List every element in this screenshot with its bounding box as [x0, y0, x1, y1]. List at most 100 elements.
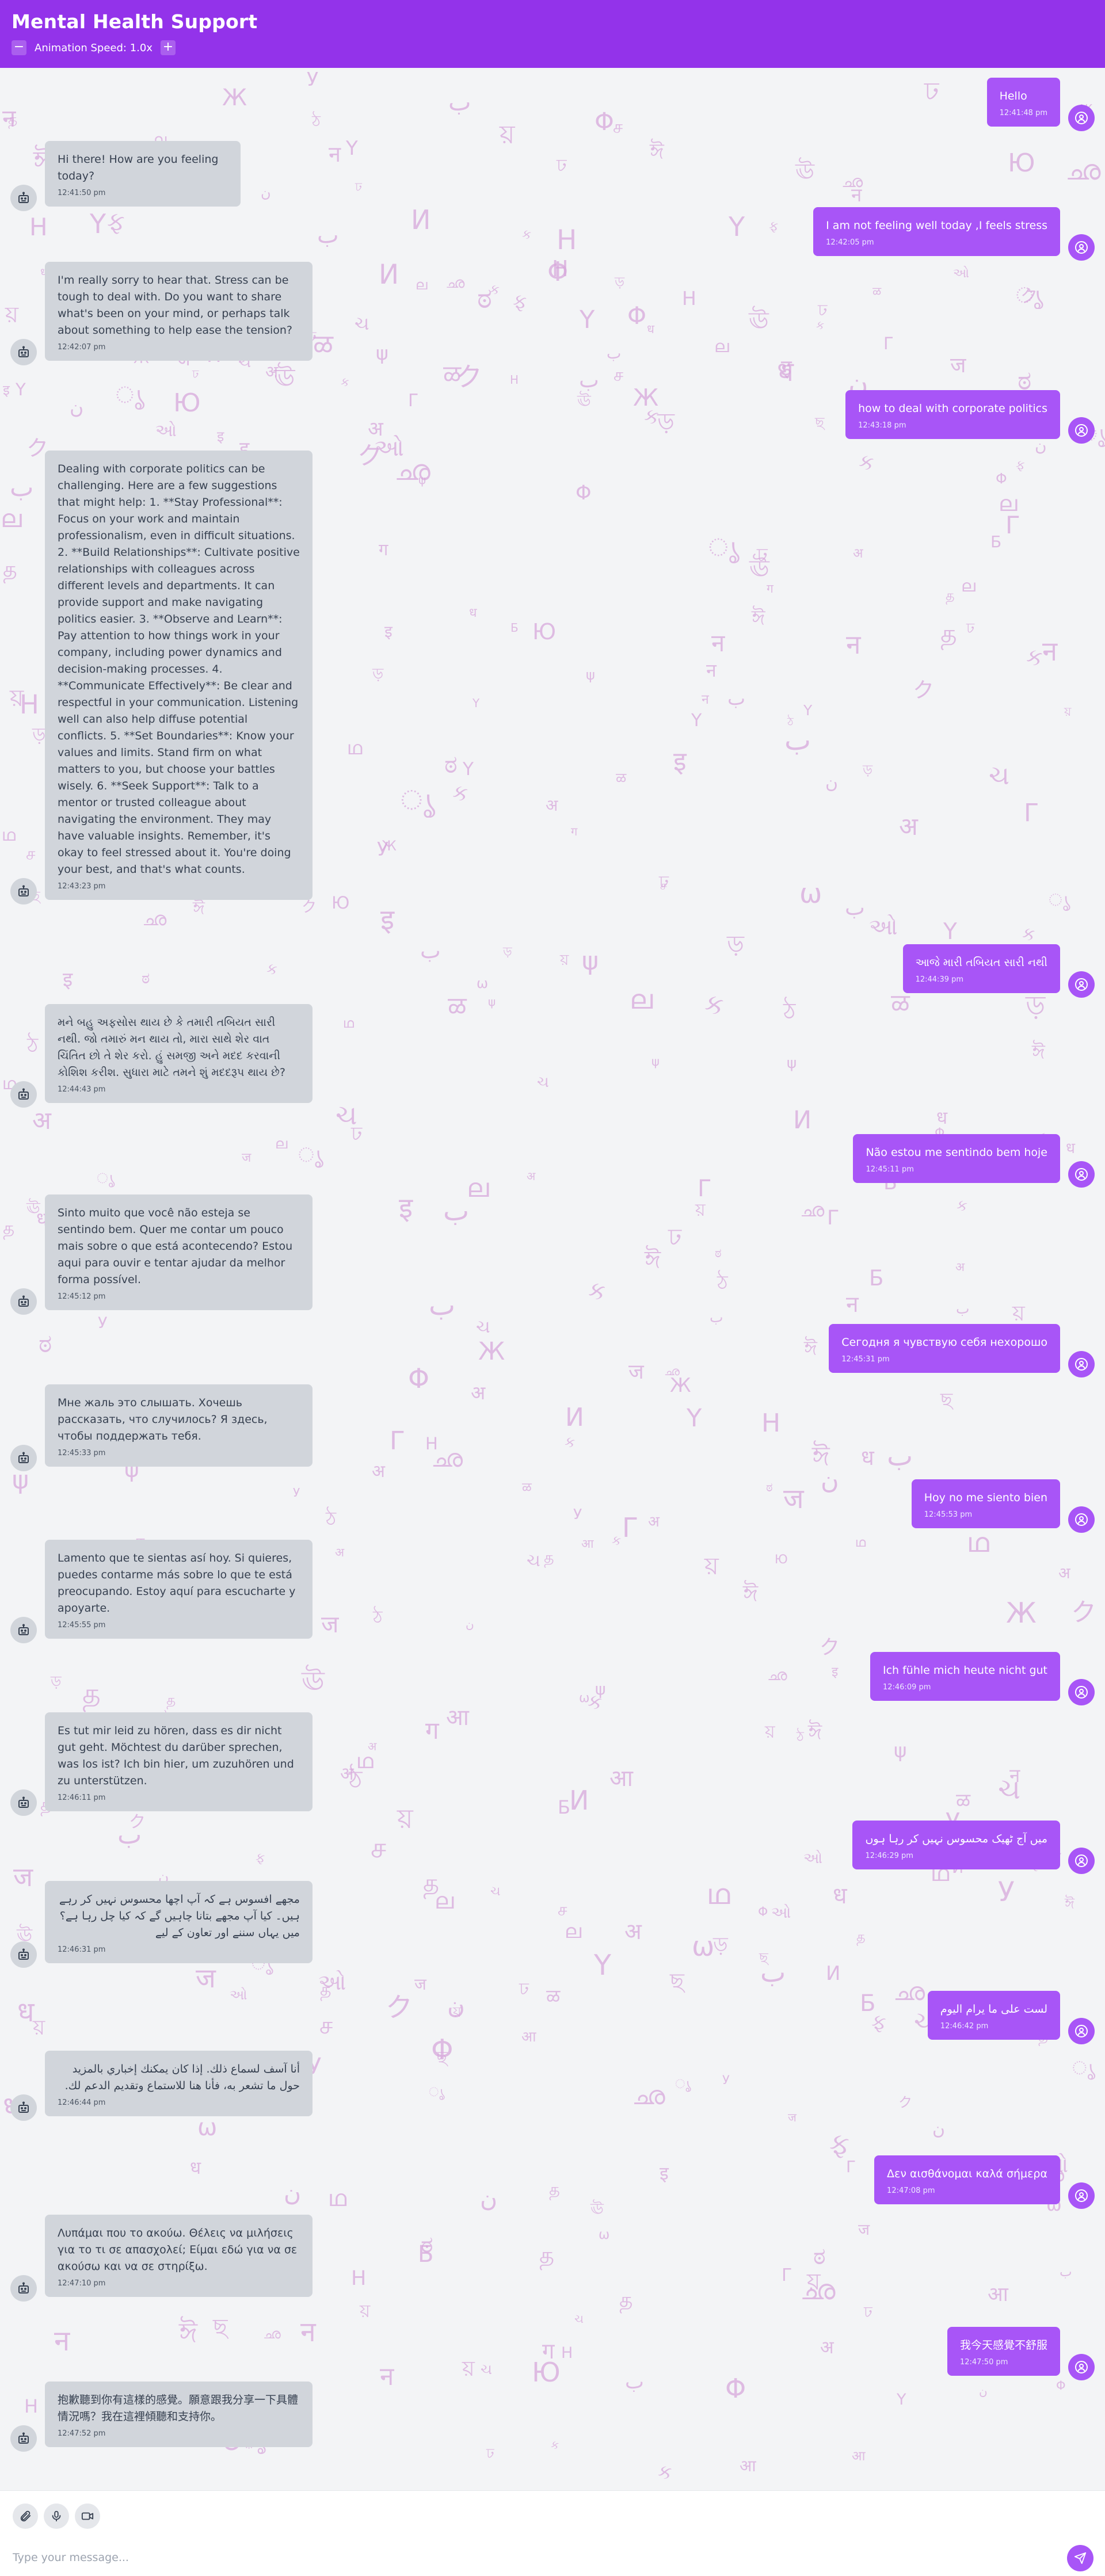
message-bubble: Ich fühle mich heute nicht gut 12:46:09 p…: [870, 1652, 1060, 1701]
bot-avatar: [10, 1288, 37, 1315]
user-avatar: [1068, 2354, 1095, 2380]
user-message: Hello 12:41:48 pm: [986, 78, 1095, 131]
message-timestamp: 12:45:55 pm: [58, 1621, 106, 1629]
bot-message: Hi there! How are you feeling today? 12:4…: [10, 141, 241, 211]
message-composer: [0, 2490, 1105, 2576]
bot-message: Lamento que te sientas así hoy. Si quier…: [10, 1540, 313, 1643]
message-bubble: Lamento que te sientas así hoy. Si quier…: [45, 1540, 313, 1639]
video-button[interactable]: [75, 2504, 100, 2529]
message-text: Não estou me sentindo bem hoje: [866, 1146, 1047, 1159]
bot-avatar: [10, 1617, 37, 1643]
message-text: أنا آسف لسماع ذلك. إذا كان يمكنك إخباري …: [64, 2063, 300, 2092]
voice-button[interactable]: [44, 2504, 69, 2529]
message-bubble: Hi there! How are you feeling today? 12:4…: [45, 141, 241, 207]
robot-icon: [18, 1948, 29, 1960]
message-timestamp: 12:42:07 pm: [58, 343, 106, 352]
message-timestamp: 12:46:09 pm: [882, 1683, 931, 1692]
message-timestamp: 12:41:48 pm: [999, 109, 1047, 117]
message-text: I'm really sorry to hear that. Stress ca…: [58, 274, 293, 337]
message-text: Dealing with corporate politics can be c…: [58, 463, 300, 876]
message-bubble: I am not feeling well today ,I feels str…: [813, 207, 1060, 256]
message-timestamp: 12:46:44 pm: [58, 2098, 106, 2107]
user-avatar: [1068, 234, 1095, 261]
message-bubble: how to deal with corporate politics 12:43…: [845, 390, 1060, 439]
message-input[interactable]: [13, 2545, 1060, 2570]
user-icon: [1075, 1686, 1088, 1699]
user-avatar: [1068, 1351, 1095, 1377]
message-text: I am not feeling well today ,I feels str…: [826, 219, 1047, 232]
message-bubble: أنا آسف لسماع ذلك. إذا كان يمكنك إخباري …: [45, 2051, 313, 2116]
user-avatar: [1068, 2018, 1095, 2044]
robot-icon: [18, 192, 29, 203]
attach-button[interactable]: [13, 2504, 38, 2529]
user-icon: [1075, 2025, 1088, 2037]
user-icon: [1075, 1513, 1088, 1526]
bot-message: Dealing with corporate politics can be c…: [10, 451, 313, 905]
message-text: Hi there! How are you feeling today?: [58, 153, 219, 182]
message-timestamp: 12:45:12 pm: [58, 1292, 106, 1301]
message-bubble: Es tut mir leid zu hören, dass es dir ni…: [45, 1712, 313, 1811]
bot-message: 抱歉聽到你有這樣的感覺。願意跟我分享一下具體情況嗎？我在這裡傾聽和支持你。 12:…: [10, 2382, 313, 2452]
bot-message: أنا آسف لسماع ذلك. إذا كان يمكنك إخباري …: [10, 2051, 313, 2121]
message-timestamp: 12:46:42 pm: [940, 2022, 989, 2031]
message-text: Δεν αισθάνομαι καλά σήμερα: [887, 2167, 1047, 2180]
user-message: Hoy no me siento bien 12:45:53 pm: [911, 1479, 1095, 1533]
message-bubble: Sinto muito que você não esteja se senti…: [45, 1194, 313, 1310]
message-timestamp: 12:42:05 pm: [826, 238, 874, 247]
page-title: Mental Health Support: [12, 10, 258, 33]
message-bubble: Сегодня я чувствую себя нехорошо 12:45:31…: [829, 1324, 1060, 1373]
decrease-speed-button[interactable]: −: [12, 40, 26, 55]
robot-icon: [18, 2282, 29, 2293]
message-text: Lamento que te sientas así hoy. Si quier…: [58, 1552, 296, 1615]
message-timestamp: 12:46:29 pm: [865, 1852, 913, 1860]
bot-avatar: [10, 339, 37, 365]
bot-avatar: [10, 2275, 37, 2302]
user-message: Ich fühle mich heute nicht gut 12:46:09 p…: [870, 1652, 1095, 1705]
user-avatar: [1068, 2182, 1095, 2209]
user-icon: [1075, 1358, 1088, 1371]
bot-message: Sinto muito que você não esteja se senti…: [10, 1194, 313, 1315]
user-avatar: [1068, 1679, 1095, 1705]
message-bubble: میں آج ٹھیک محسوس نہیں کر رہا ہوں 12:46:2…: [852, 1821, 1060, 1869]
message-timestamp: 12:47:10 pm: [58, 2279, 106, 2288]
message-bubble: 抱歉聽到你有這樣的感覺。願意跟我分享一下具體情況嗎？我在這裡傾聽和支持你。 12:…: [45, 2382, 313, 2447]
user-message: I am not feeling well today ,I feels str…: [813, 207, 1095, 261]
message-text: Sinto muito que você não esteja se senti…: [58, 1207, 293, 1286]
message-text: Λυπάμαι που το ακούω. Θέλεις να μιλήσεις…: [58, 2227, 298, 2273]
user-icon: [1075, 1854, 1088, 1867]
user-icon: [1075, 2189, 1088, 2202]
message-bubble: I'm really sorry to hear that. Stress ca…: [45, 262, 313, 361]
message-bubble: 我今天感覺不舒服 12:47:50 pm: [947, 2327, 1060, 2376]
message-timestamp: 12:45:11 pm: [866, 1165, 914, 1174]
message-text: Hello: [999, 90, 1027, 102]
message-text: how to deal with corporate politics: [858, 402, 1047, 415]
message-bubble: Λυπάμαι που το ακούω. Θέλεις να μιλήσεις…: [45, 2215, 313, 2297]
user-avatar: [1068, 105, 1095, 131]
robot-icon: [18, 1796, 29, 1808]
message-bubble: Δεν αισθάνομαι καλά σήμερα 12:47:08 pm: [874, 2155, 1060, 2204]
send-button[interactable]: [1067, 2545, 1093, 2571]
message-text: Es tut mir leid zu hören, dass es dir ni…: [58, 1724, 294, 1787]
microphone-icon: [52, 2510, 61, 2522]
message-text: لست على ما يرام اليوم: [940, 2003, 1047, 2016]
user-avatar: [1068, 1161, 1095, 1188]
increase-speed-button[interactable]: +: [160, 40, 176, 55]
paperclip-icon: [20, 2510, 31, 2522]
user-icon: [1075, 1168, 1088, 1181]
bot-message: મને બહુ અફસોસ થાય છે કે તમારી તબિયત સારી…: [10, 1004, 313, 1108]
message-timestamp: 12:46:11 pm: [58, 1793, 106, 1802]
message-text: میں آج ٹھیک محسوس نہیں کر رہا ہوں: [865, 1833, 1047, 1845]
robot-icon: [18, 2101, 29, 2113]
message-timestamp: 12:46:31 pm: [58, 1945, 106, 1954]
bot-message: Мне жаль это слышать. Хочешь рассказать,…: [10, 1384, 313, 1471]
message-bubble: Мне жаль это слышать. Хочешь рассказать,…: [45, 1384, 313, 1467]
message-timestamp: 12:45:53 pm: [924, 1510, 973, 1519]
bot-avatar: [10, 878, 37, 905]
bot-message: Es tut mir leid zu hören, dass es dir ni…: [10, 1712, 313, 1816]
message-timestamp: 12:45:31 pm: [841, 1355, 890, 1364]
user-icon: [1075, 112, 1088, 124]
message-text: મને બહુ અફસોસ થાય છે કે તમારી તબિયત સારી…: [58, 1016, 285, 1079]
robot-icon: [18, 1452, 29, 1463]
bot-avatar: [10, 1081, 37, 1108]
robot-icon: [18, 1295, 29, 1307]
